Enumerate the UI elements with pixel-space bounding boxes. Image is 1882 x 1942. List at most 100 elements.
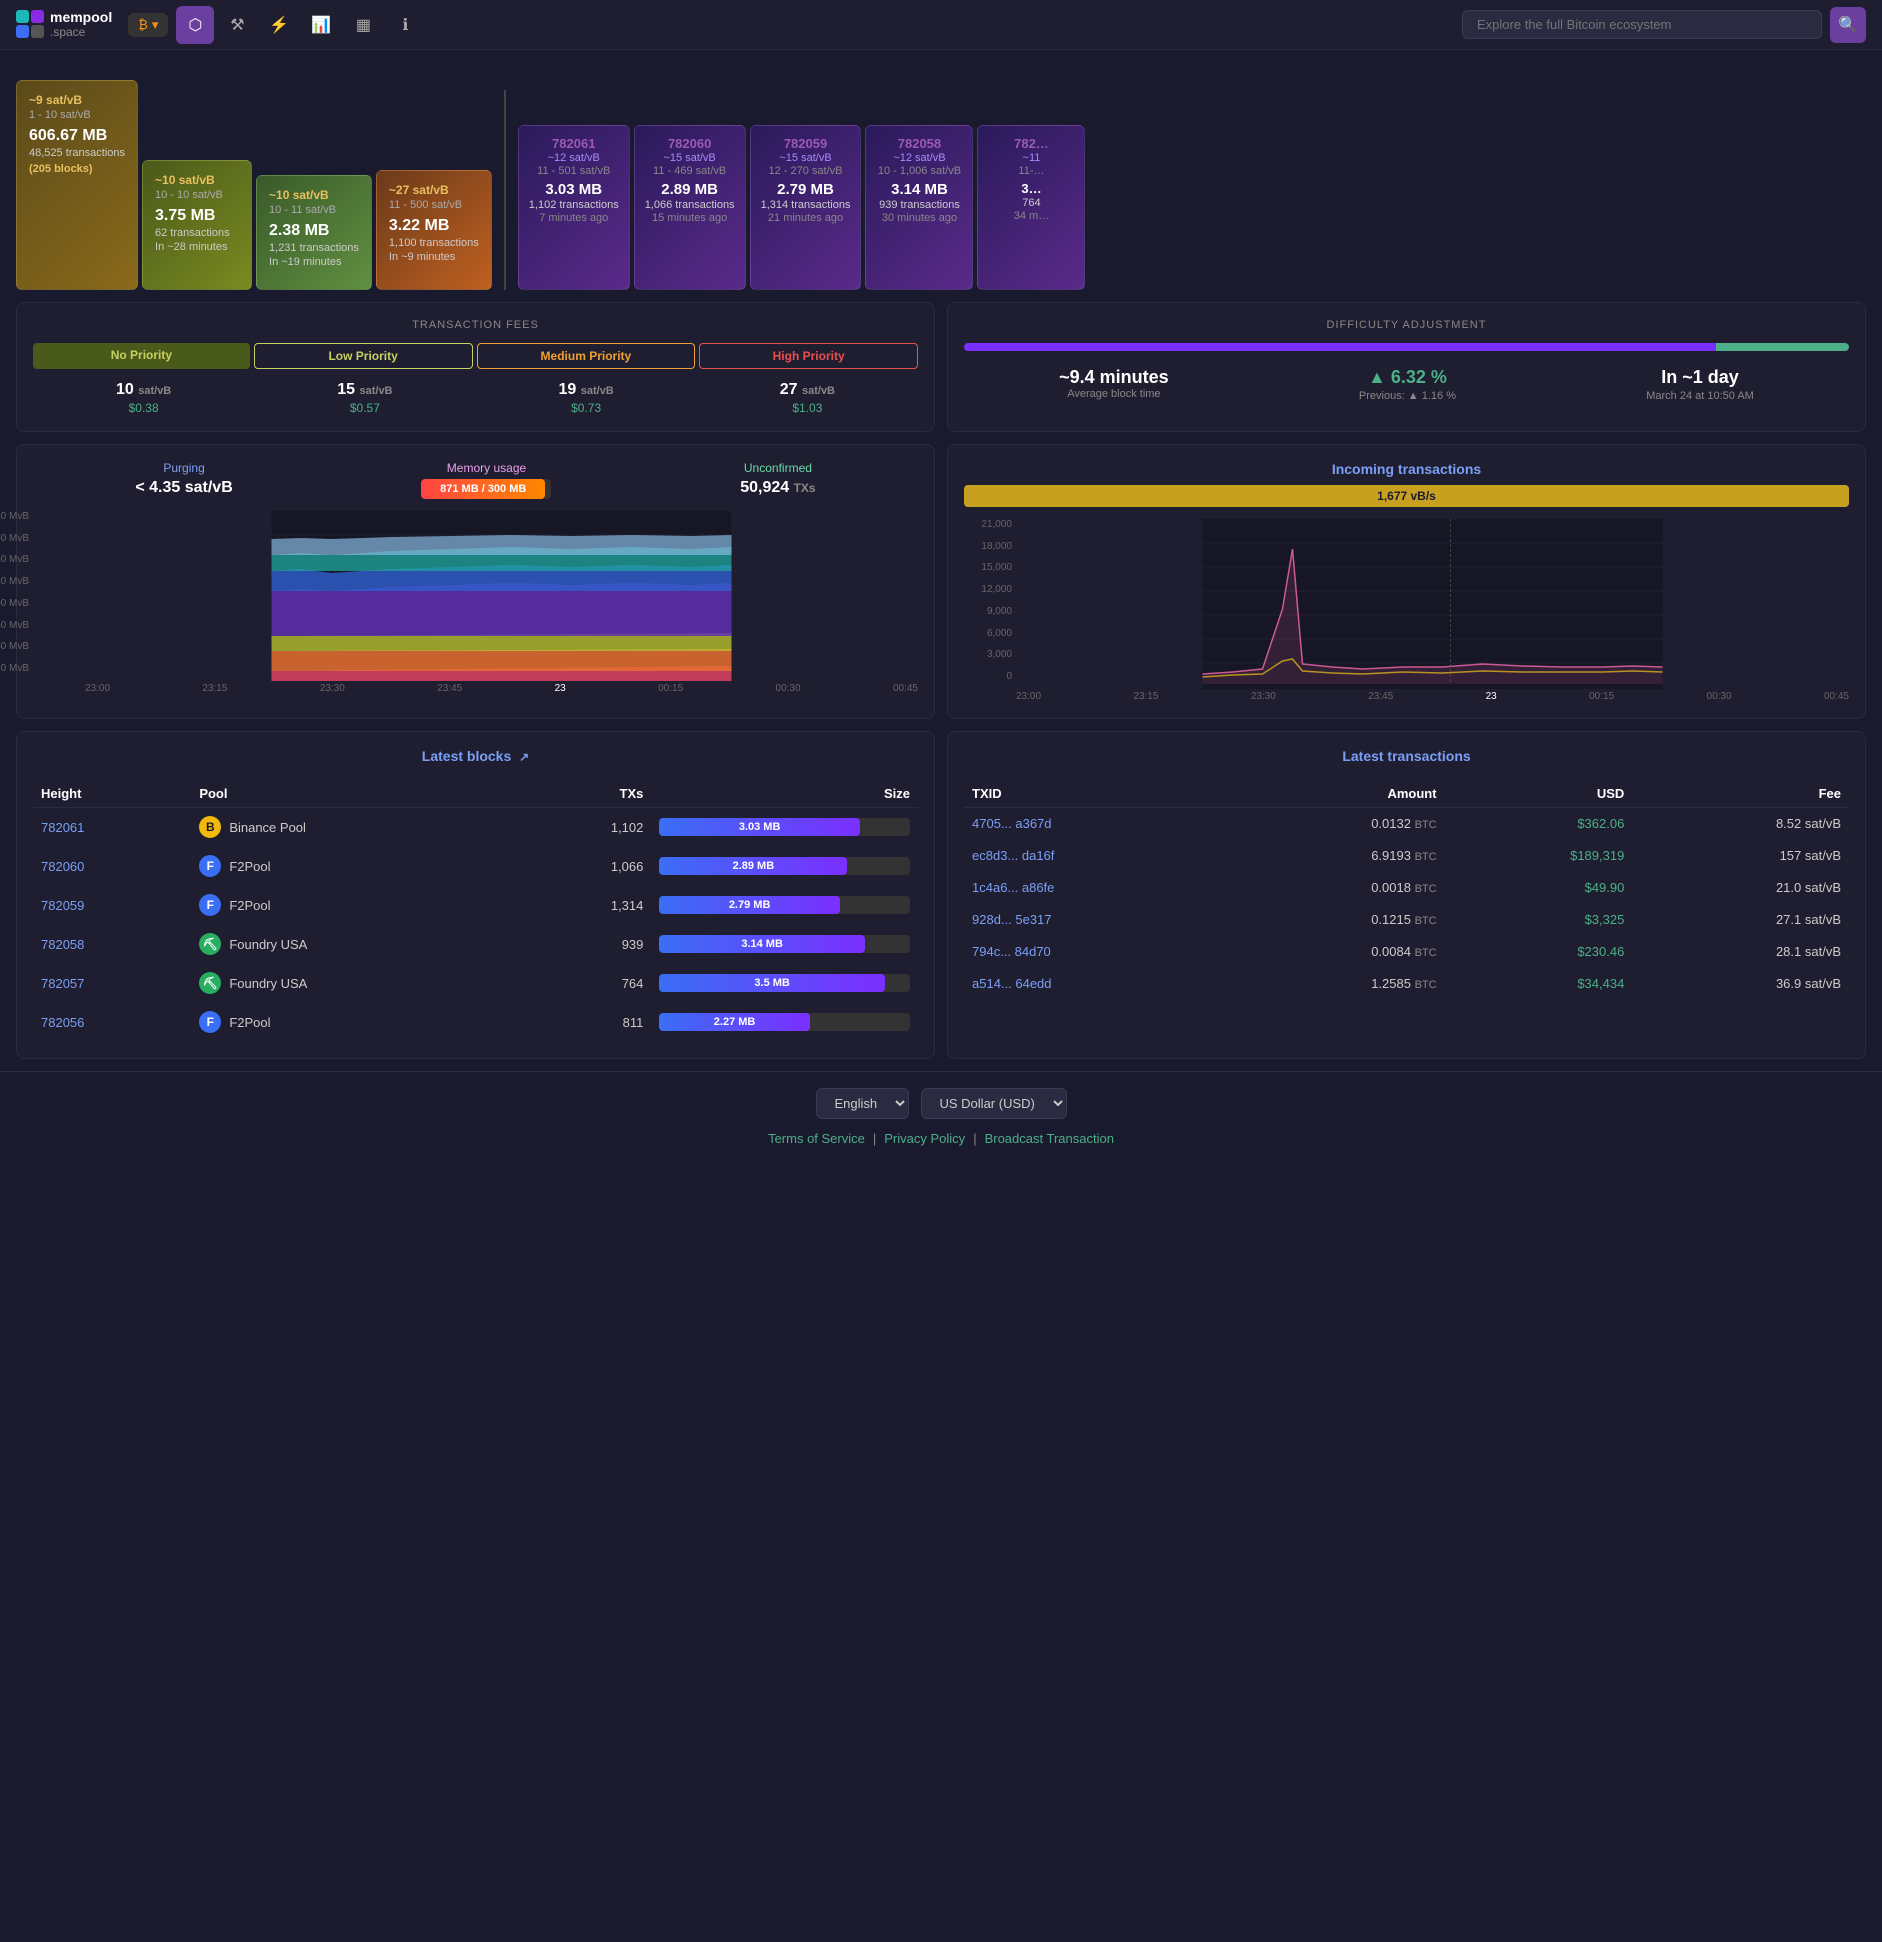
confirmed-block-3-txcount: 939 transactions bbox=[876, 199, 962, 211]
tx-txid[interactable]: 4705... a367d bbox=[964, 808, 1227, 840]
mempool-info-row: Purging < 4.35 sat/vB Memory usage 871 M… bbox=[33, 461, 918, 499]
table-row: 782056 F F2Pool 811 2.27 MB bbox=[33, 1003, 918, 1042]
nav-icon-blocks[interactable]: ▦ bbox=[344, 6, 382, 44]
chart-icon: 📊 bbox=[311, 15, 331, 35]
block-height[interactable]: 782057 bbox=[33, 964, 191, 1003]
latest-blocks-header: Height Pool TXs Size bbox=[33, 780, 918, 808]
mempool-memory: Memory usage 871 MB / 300 MB bbox=[421, 461, 551, 499]
privacy-link[interactable]: Privacy Policy bbox=[884, 1131, 965, 1146]
tools-icon: ⚒ bbox=[230, 15, 244, 35]
table-row: 782060 F F2Pool 1,066 2.89 MB bbox=[33, 847, 918, 886]
difficulty-bar bbox=[964, 343, 1849, 351]
mempool-block-1: ~10 sat/vB 10 - 10 sat/vB 3.75 MB 62 tra… bbox=[142, 160, 252, 290]
mempool-chart-svg bbox=[85, 511, 918, 681]
fee-item-2-usd: $0.73 bbox=[558, 401, 613, 415]
bottom-panels: Latest blocks ↗ Height Pool TXs Size 782… bbox=[0, 731, 1882, 1071]
mempool-chart-x-labels: 23:00 23:15 23:30 23:45 23 00:15 00:30 0… bbox=[85, 683, 918, 694]
fee-tab-medium[interactable]: Medium Priority bbox=[477, 343, 696, 369]
block-height[interactable]: 782060 bbox=[33, 847, 191, 886]
mempool-block-3-time: In ~9 minutes bbox=[389, 251, 479, 263]
confirmed-block-0-fee: ~12 sat/vB bbox=[529, 152, 619, 164]
block-pool: F F2Pool bbox=[191, 886, 522, 925]
memory-bar: 871 MB / 300 MB bbox=[421, 479, 551, 499]
tx-txid[interactable]: 794c... 84d70 bbox=[964, 936, 1227, 968]
confirmed-block-3[interactable]: 782058 ~12 sat/vB 10 - 1,006 sat/vB 3.14… bbox=[865, 125, 973, 290]
latest-transactions-header: TXID Amount USD Fee bbox=[964, 780, 1849, 808]
bitcoin-dropdown[interactable]: ₿ ▾ bbox=[128, 13, 168, 37]
incoming-chart-svg bbox=[1016, 519, 1849, 689]
nav-icon-home[interactable]: ⬡ bbox=[176, 6, 214, 44]
incoming-chart-x-labels: 23:00 23:15 23:30 23:45 23 00:15 00:30 0… bbox=[1016, 691, 1849, 702]
block-txs: 764 bbox=[522, 964, 651, 1003]
block-height[interactable]: 782058 bbox=[33, 925, 191, 964]
transaction-fees-panel: TRANSACTION FEES No Priority Low Priorit… bbox=[16, 302, 935, 432]
fee-item-3-sat: 27 sat/vB bbox=[780, 381, 835, 399]
fee-item-2: 19 sat/vB $0.73 bbox=[558, 381, 613, 415]
search-input[interactable] bbox=[1462, 10, 1822, 39]
confirmed-block-2-size: 2.79 MB bbox=[761, 181, 851, 198]
tx-amount: 0.0132 BTC bbox=[1227, 808, 1445, 840]
confirmed-block-0[interactable]: 782061 ~12 sat/vB 11 - 501 sat/vB 3.03 M… bbox=[518, 125, 630, 290]
confirmed-block-0-txcount: 1,102 transactions bbox=[529, 199, 619, 211]
logo[interactable]: mempool .space bbox=[16, 10, 112, 39]
tx-usd: $362.06 bbox=[1445, 808, 1633, 840]
latest-blocks-ext-link[interactable]: ↗ bbox=[519, 750, 529, 764]
tx-txid[interactable]: 1c4a6... a86fe bbox=[964, 872, 1227, 904]
lightning-icon: ⚡ bbox=[269, 15, 289, 35]
fee-tab-low[interactable]: Low Priority bbox=[254, 343, 473, 369]
search-button[interactable]: 🔍 bbox=[1830, 7, 1866, 43]
nav-icon-chart[interactable]: 📊 bbox=[302, 6, 340, 44]
pool-icon: ⛏ bbox=[199, 933, 221, 955]
nav-icon-info[interactable]: ℹ bbox=[386, 6, 424, 44]
mempool-block-2-time: In ~19 minutes bbox=[269, 256, 359, 268]
col-txid: TXID bbox=[964, 780, 1227, 808]
block-pool: ⛏ Foundry USA bbox=[191, 925, 522, 964]
block-height[interactable]: 782056 bbox=[33, 1003, 191, 1042]
fee-tab-no-priority[interactable]: No Priority bbox=[33, 343, 250, 369]
confirmed-block-4-partial[interactable]: 782… ~11 11-… 3… 764 34 m… bbox=[977, 125, 1085, 290]
difficulty-values: ~9.4 minutes Average block time ▲ 6.32 %… bbox=[964, 367, 1849, 402]
block-height[interactable]: 782061 bbox=[33, 808, 191, 847]
terms-link[interactable]: Terms of Service bbox=[768, 1131, 865, 1146]
confirmed-block-1-range: 11 - 469 sat/vB bbox=[645, 165, 735, 177]
confirmed-block-1[interactable]: 782060 ~15 sat/vB 11 - 469 sat/vB 2.89 M… bbox=[634, 125, 746, 290]
diff-eta: In ~1 day bbox=[1646, 367, 1754, 388]
table-row: 782058 ⛏ Foundry USA 939 3.14 MB bbox=[33, 925, 918, 964]
confirmed-block-0-size: 3.03 MB bbox=[529, 181, 619, 198]
nav-icon-tools[interactable]: ⚒ bbox=[218, 6, 256, 44]
mempool-block-3-fee-range: 11 - 500 sat/vB bbox=[389, 199, 479, 211]
panels-row-charts: Purging < 4.35 sat/vB Memory usage 871 M… bbox=[0, 444, 1882, 731]
confirmed-block-1-height: 782060 bbox=[645, 136, 735, 151]
pool-icon: ⛏ bbox=[199, 972, 221, 994]
tx-txid[interactable]: 928d... 5e317 bbox=[964, 904, 1227, 936]
confirmed-block-1-timeago: 15 minutes ago bbox=[645, 212, 735, 224]
tx-fee: 21.0 sat/vB bbox=[1632, 872, 1849, 904]
confirmed-block-2[interactable]: 782059 ~15 sat/vB 12 - 270 sat/vB 2.79 M… bbox=[750, 125, 862, 290]
difficulty-panel: DIFFICULTY ADJUSTMENT ~9.4 minutes Avera… bbox=[947, 302, 1866, 432]
tx-fee: 27.1 sat/vB bbox=[1632, 904, 1849, 936]
table-row: 782057 ⛏ Foundry USA 764 3.5 MB bbox=[33, 964, 918, 1003]
unconfirmed-label: Unconfirmed bbox=[740, 461, 815, 475]
confirmed-block-0-range: 11 - 501 sat/vB bbox=[529, 165, 619, 177]
confirmed-block-3-size: 3.14 MB bbox=[876, 181, 962, 198]
confirmed-block-2-height: 782059 bbox=[761, 136, 851, 151]
broadcast-link[interactable]: Broadcast Transaction bbox=[985, 1131, 1114, 1146]
tx-txid[interactable]: a514... 64edd bbox=[964, 968, 1227, 1000]
logo-text: mempool .space bbox=[50, 10, 112, 39]
tx-txid[interactable]: ec8d3... da16f bbox=[964, 840, 1227, 872]
diff-avg-blocktime: ~9.4 minutes bbox=[1059, 367, 1169, 388]
language-select[interactable]: English bbox=[816, 1088, 909, 1119]
mempool-block-0-fee-range: 1 - 10 sat/vB bbox=[29, 109, 125, 121]
tx-fee: 157 sat/vB bbox=[1632, 840, 1849, 872]
mempool-block-0-time: (205 blocks) bbox=[29, 163, 125, 175]
block-txs: 939 bbox=[522, 925, 651, 964]
confirmed-block-0-height: 782061 bbox=[529, 136, 619, 151]
table-row: a514... 64edd 1.2585 BTC $34,434 36.9 sa… bbox=[964, 968, 1849, 1000]
mempool-block-3-size: 3.22 MB bbox=[389, 217, 479, 235]
nav-icon-lightning[interactable]: ⚡ bbox=[260, 6, 298, 44]
memory-label: Memory usage bbox=[421, 461, 551, 475]
mempool-block-0-txcount: 48,525 transactions bbox=[29, 147, 125, 159]
fee-tab-high[interactable]: High Priority bbox=[699, 343, 918, 369]
block-height[interactable]: 782059 bbox=[33, 886, 191, 925]
currency-select[interactable]: US Dollar (USD) bbox=[921, 1088, 1067, 1119]
